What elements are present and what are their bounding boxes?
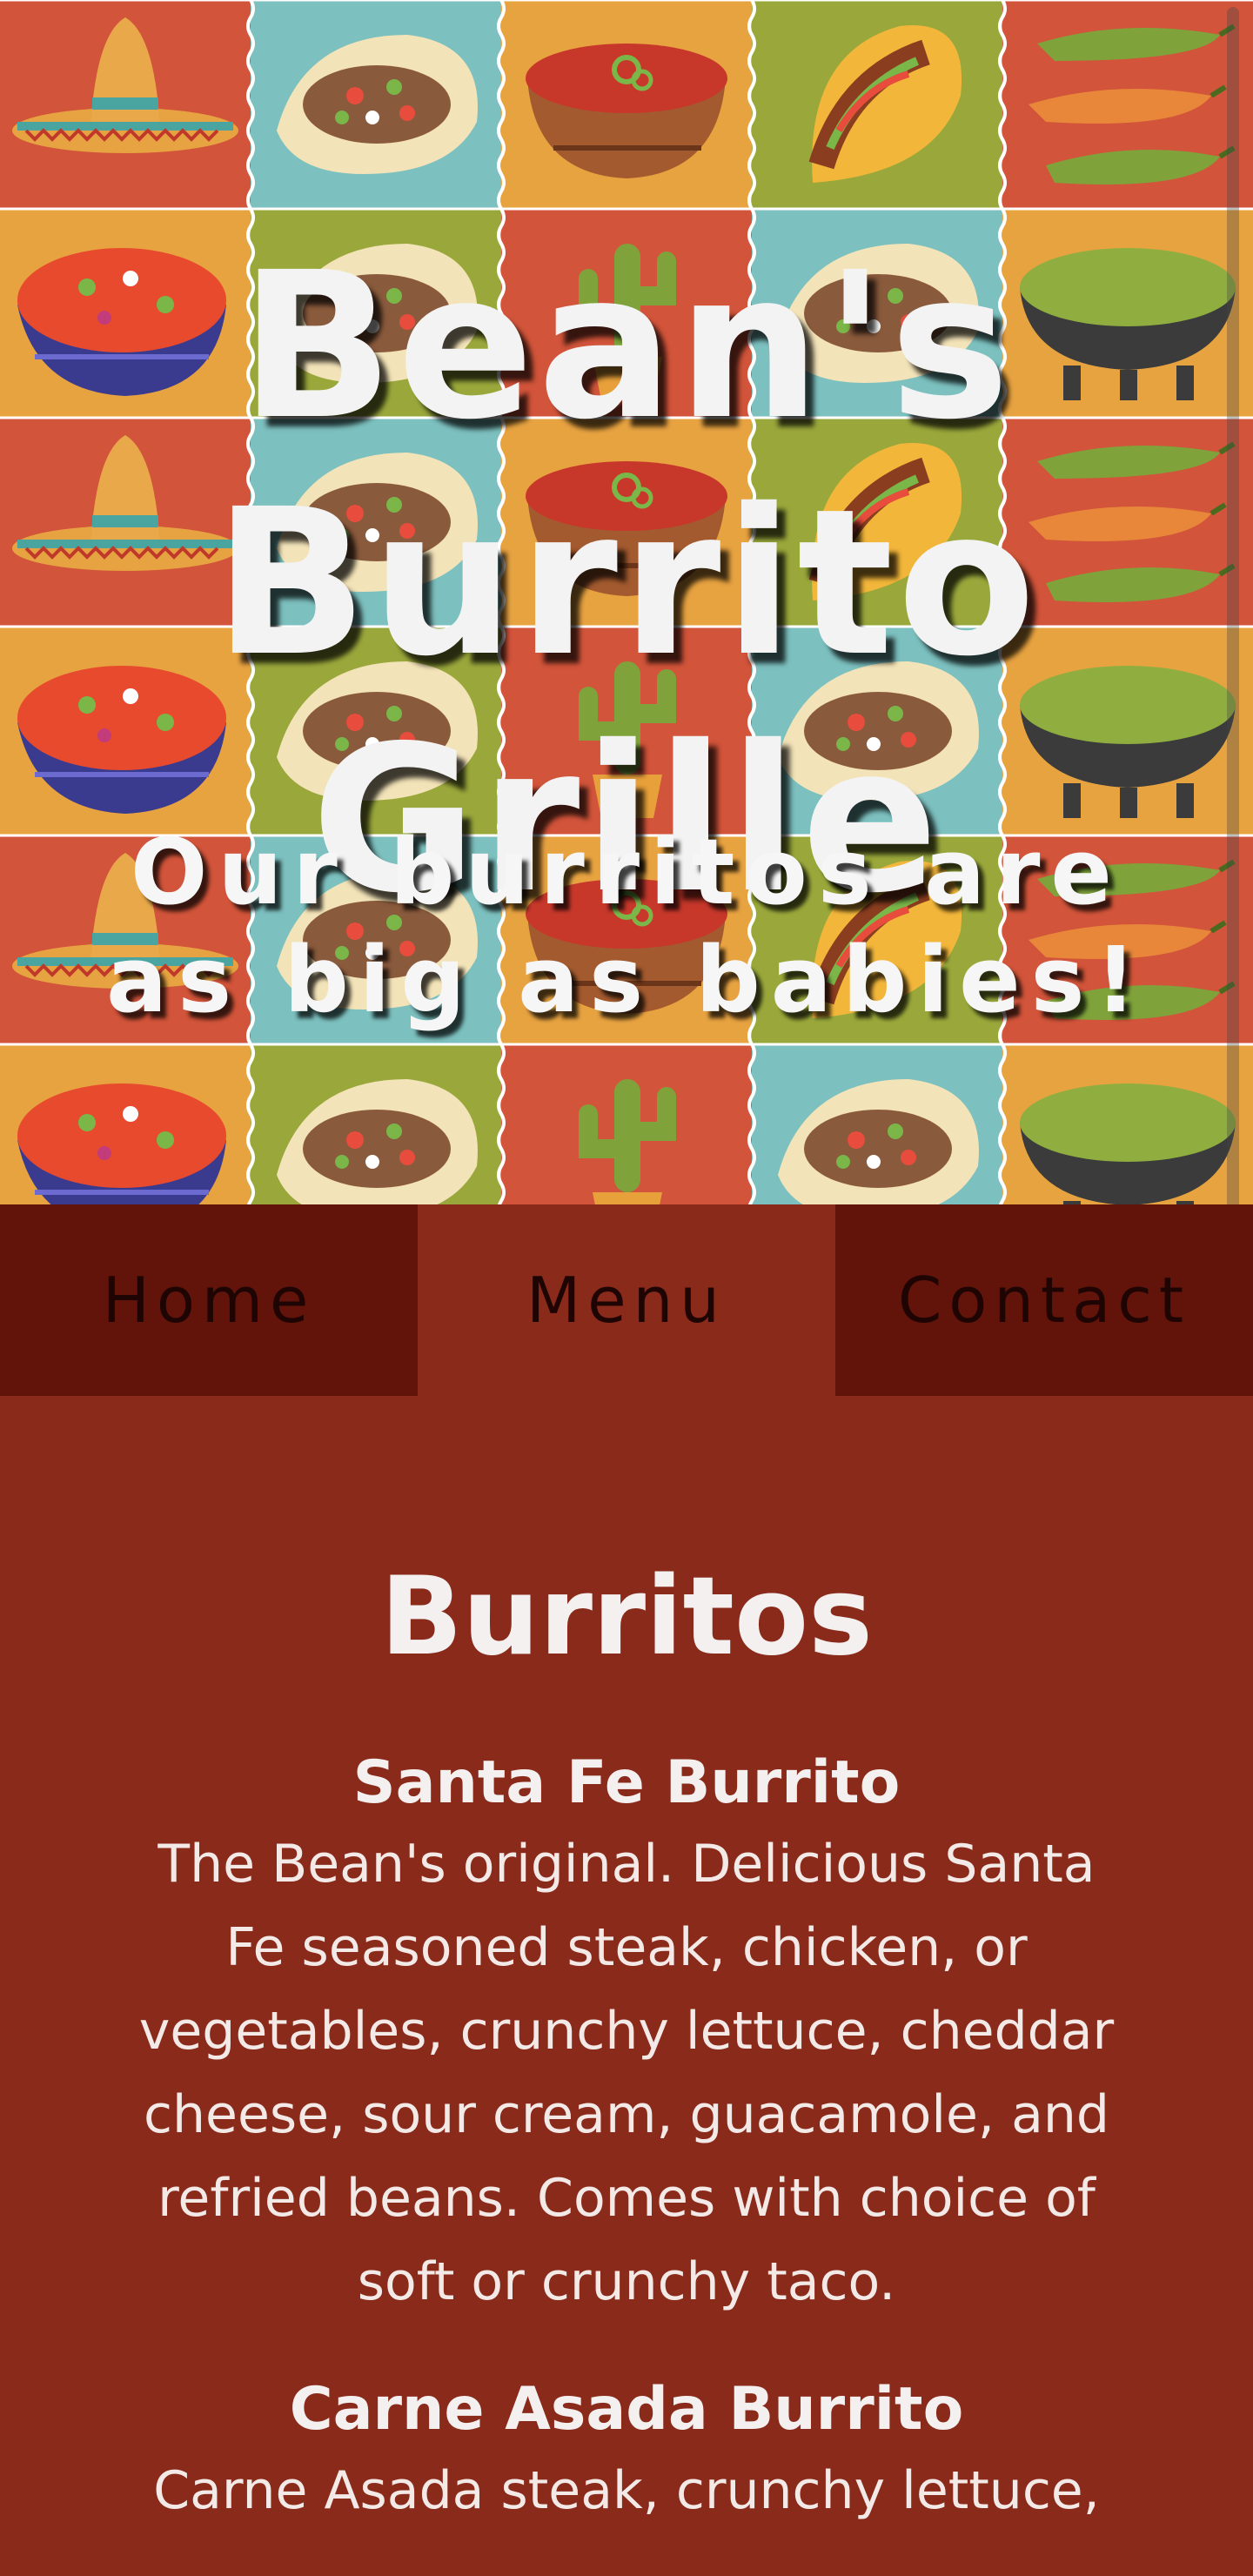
pico-bowl-icon [17, 1083, 226, 1204]
menu-item-description: Carne Asada steak, crunchy lettuce, [153, 2460, 1100, 2521]
nav-menu-link[interactable]: Menu [418, 1204, 835, 1396]
restaurant-tagline: Our burritos are as big as babies! [106, 819, 1147, 1033]
menu-item: Carne Asada Burrito Carne Asada steak, c… [122, 2371, 1131, 2532]
main-navigation: Home Menu Contact [0, 1204, 1253, 1396]
menu-item-description: The Bean's original. Delicious Santa Fe … [138, 1834, 1115, 2312]
page-scrollbar[interactable] [1227, 7, 1239, 1274]
menu-item: Santa Fe Burrito The Bean's original. De… [122, 1744, 1131, 2324]
hero-banner: Bean's Burrito Grille Our burritos are a… [0, 0, 1253, 1204]
section-title-burritos: Burritos [380, 1554, 873, 1680]
menu-item-name: Carne Asada Burrito [289, 2375, 964, 2444]
nav-home-link[interactable]: Home [0, 1204, 418, 1396]
menu-item-name: Santa Fe Burrito [352, 1748, 901, 1817]
nav-contact-link[interactable]: Contact [835, 1204, 1253, 1396]
menu-section: Burritos Santa Fe Burrito The Bean's ori… [0, 1396, 1253, 2576]
